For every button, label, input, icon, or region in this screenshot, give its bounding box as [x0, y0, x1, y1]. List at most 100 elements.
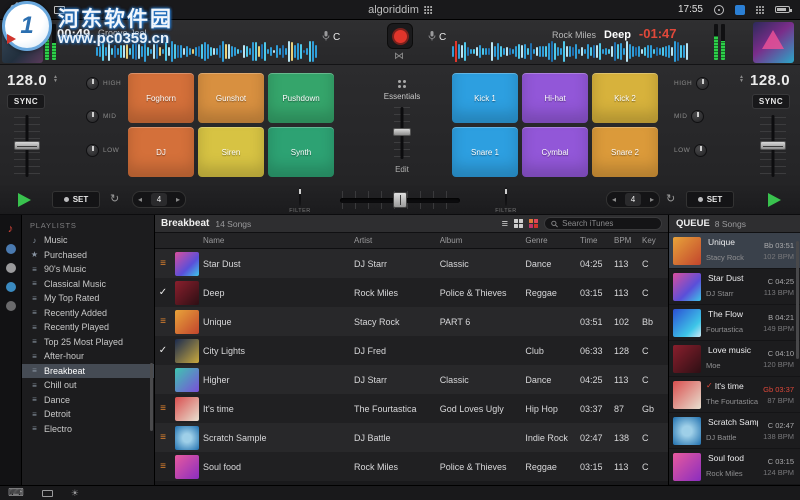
eq-mid-knob[interactable] [691, 110, 705, 123]
deck-b-loop-length-control[interactable]: ◂ 4 ▸ [606, 191, 660, 208]
sidebar-item-purchased[interactable]: ★ Purchased [22, 248, 154, 263]
deck-a-key-indicator[interactable]: C [322, 28, 340, 46]
sidebar-item-detroit[interactable]: ≡ Detroit [22, 407, 154, 422]
sidebar-item-my-top-rated[interactable]: ≡ My Top Rated [22, 291, 154, 306]
deck-b-bpm-stepper[interactable]: ▲ ▼ [739, 75, 744, 84]
column-bpm[interactable]: BPM [614, 236, 642, 245]
eq-high-knob[interactable] [696, 77, 710, 90]
deck-a-sync-button[interactable]: SYNC [7, 94, 45, 109]
sidebar-item-90s-music[interactable]: ≡ 90's Music [22, 262, 154, 277]
brightness-icon[interactable]: ☀ [71, 488, 79, 499]
deck-b-pitch-fader[interactable] [760, 115, 786, 177]
filter-knob[interactable] [299, 187, 301, 206]
row-marker-icon[interactable]: ✓ [155, 287, 171, 298]
sidebar-item-electro[interactable]: ≡ Electro [22, 422, 154, 437]
row-marker-icon[interactable]: ≡ [155, 461, 171, 472]
sidebar-item-classical-music[interactable]: ≡ Classical Music [22, 277, 154, 292]
search-input[interactable] [562, 219, 655, 228]
slider-handle[interactable] [393, 128, 411, 136]
sidebar-item-top-25-most-played[interactable]: ≡ Top 25 Most Played [22, 335, 154, 350]
queue-item-love-music[interactable]: Love music Moe C 04:10 120 BPM [669, 341, 800, 377]
artwork-view-icon[interactable] [529, 219, 538, 228]
deck-a-pitch-fader[interactable] [14, 115, 40, 177]
loop-increase-icon[interactable]: ▸ [650, 195, 654, 204]
deck-a-loop-icon[interactable]: ↻ [110, 192, 119, 205]
track-row-soul-food[interactable]: ≡ Soul food Rock Miles Police & Thieves … [155, 452, 668, 481]
pad-gunshot[interactable]: Gunshot [198, 73, 264, 123]
sidebar-item-recently-played[interactable]: ≡ Recently Played [22, 320, 154, 335]
grid-view-icon[interactable] [514, 219, 523, 228]
spaces-grid-icon[interactable] [756, 5, 764, 14]
column-time[interactable]: Time [580, 236, 614, 245]
track-row-star-dust[interactable]: ≡ Star Dust DJ Starr Classic Dance 04:25… [155, 249, 668, 278]
column-artist[interactable]: Artist [354, 236, 440, 245]
deck-b-play-button[interactable] [768, 193, 781, 207]
automix-icon[interactable]: ⋈ [394, 51, 404, 62]
sampler-edit-button[interactable]: Edit [360, 165, 444, 174]
track-row-unique[interactable]: ≡ Unique Stacy Rock PART 6 03:51 102 Bb [155, 307, 668, 336]
source-icon-3[interactable] [5, 263, 16, 273]
eq-high-knob[interactable] [86, 77, 99, 90]
column-album[interactable]: Album [440, 236, 526, 245]
sidebar-item-recently-added[interactable]: ≡ Recently Added [22, 306, 154, 321]
source-icon-2[interactable] [5, 244, 16, 254]
pad-snare-2[interactable]: Snare 2 [592, 127, 658, 177]
loop-increase-icon[interactable]: ▸ [176, 195, 180, 204]
deck-b-sync-button[interactable]: SYNC [752, 94, 790, 109]
deck-a-play-button[interactable] [18, 193, 31, 207]
itunes-music-icon[interactable]: ♪ [8, 223, 14, 235]
filter-knob[interactable] [505, 187, 507, 206]
external-display-icon[interactable] [41, 489, 53, 497]
sampler-volume-slider[interactable] [360, 107, 444, 159]
pad-kick-1[interactable]: Kick 1 [452, 73, 518, 123]
queue-item-its-time[interactable]: ✓ It's time The Fourtastica Gb 03:37 87 BPM [669, 377, 800, 413]
pad-snare-1[interactable]: Snare 1 [452, 127, 518, 177]
deck-b-waveform[interactable] [452, 41, 690, 62]
fader-handle[interactable] [14, 141, 40, 150]
pad-siren[interactable]: Siren [198, 127, 264, 177]
pad-foghorn[interactable]: Foghorn [128, 73, 194, 123]
loop-decrease-icon[interactable]: ◂ [138, 195, 142, 204]
pad-kick-2[interactable]: Kick 2 [592, 73, 658, 123]
sidebar-item-music[interactable]: ♪ Music [22, 233, 154, 248]
eq-low-knob[interactable] [694, 144, 708, 157]
pad-hi-hat[interactable]: Hi-hat [522, 73, 588, 123]
sidebar-item-breakbeat[interactable]: ≡ Breakbeat [22, 363, 154, 378]
search-box[interactable] [544, 217, 662, 230]
row-marker-icon[interactable]: ≡ [155, 403, 171, 414]
menubar-clock[interactable]: 17:55 [678, 4, 703, 15]
pad-cymbal[interactable]: Cymbal [522, 127, 588, 177]
app-badge-icon[interactable] [735, 4, 745, 15]
deck-a-bpm-stepper[interactable]: ▲ ▼ [53, 75, 58, 84]
queue-item-scratch-sample[interactable]: Scratch Sample DJ Battle C 02:47138 BPM [669, 413, 800, 449]
keyboard-shortcuts-icon[interactable]: ⌨ [8, 487, 24, 499]
column-name[interactable]: Name [203, 236, 354, 245]
crossfader-handle[interactable] [393, 192, 407, 208]
pad-synth[interactable]: Synth [268, 127, 334, 177]
list-view-icon[interactable]: ≡ [502, 218, 508, 229]
row-marker-icon[interactable]: ≡ [155, 432, 171, 443]
sidebar-item-after-hour[interactable]: ≡ After-hour [22, 349, 154, 364]
loop-decrease-icon[interactable]: ◂ [612, 195, 616, 204]
source-icon-4[interactable] [5, 282, 16, 292]
track-row-its-time[interactable]: ≡ It's time The Fourtastica God Loves Ug… [155, 394, 668, 423]
row-marker-icon[interactable]: ✓ [155, 345, 171, 356]
sidebar-item-chill-out[interactable]: ≡ Chill out [22, 378, 154, 393]
track-row-higher[interactable]: Higher DJ Starr Classic Dance 04:25 113 … [155, 365, 668, 394]
queue-item-soul-food[interactable]: Soul food Rock Miles C 03:15 124 BPM [669, 449, 800, 485]
deck-b-key-indicator[interactable]: C [428, 28, 446, 46]
sidebar-scrollbar[interactable] [150, 363, 153, 431]
deck-a-loop-length-control[interactable]: ◂ 4 ▸ [132, 191, 186, 208]
source-icon-5[interactable] [5, 301, 16, 311]
pad-dj[interactable]: DJ [128, 127, 194, 177]
deck-b-cue-set-button[interactable]: SET [686, 191, 734, 208]
eq-mid-knob[interactable] [86, 110, 99, 123]
queue-item-star-dust[interactable]: Star Dust DJ Starr C 04:25 113 BPM [669, 269, 800, 305]
column-key[interactable]: Key [642, 236, 664, 245]
deck-a-cue-set-button[interactable]: SET [52, 191, 100, 208]
row-marker-icon[interactable]: ≡ [155, 258, 171, 269]
row-marker-icon[interactable]: ≡ [155, 316, 171, 327]
record-button[interactable] [387, 23, 413, 49]
queue-scrollbar[interactable] [796, 241, 799, 359]
track-row-deep[interactable]: ✓ Deep Rock Miles Police & Thieves Regga… [155, 278, 668, 307]
